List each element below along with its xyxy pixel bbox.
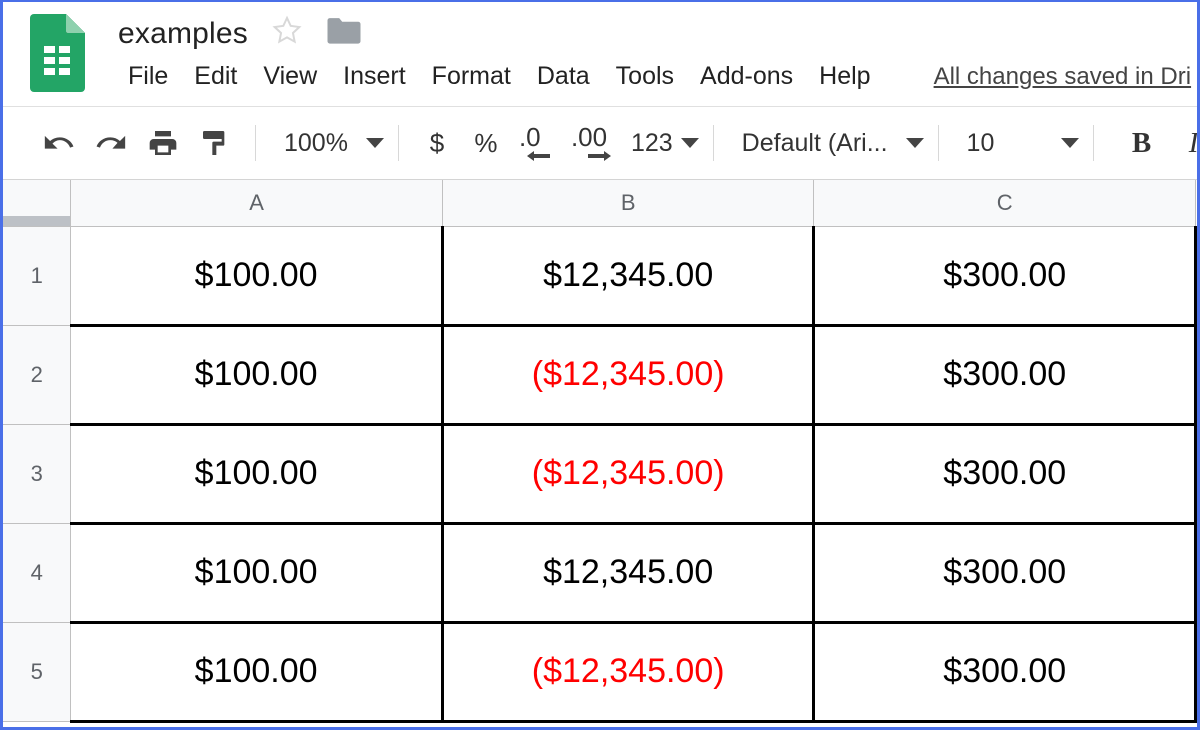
- cell-c3[interactable]: $300.00: [814, 424, 1196, 523]
- google-sheets-logo[interactable]: [30, 14, 85, 92]
- row-header-3[interactable]: 3: [3, 424, 71, 523]
- cell-a1[interactable]: $100.00: [71, 226, 442, 325]
- table-row: 5 $100.00 ($12,345.00) $300.00: [3, 622, 1196, 721]
- row-header-1[interactable]: 1: [3, 226, 71, 325]
- cell-c1[interactable]: $300.00: [814, 226, 1196, 325]
- toolbar: 100% $ % .0 .00 123 Defaul: [3, 107, 1197, 180]
- menu-item-help[interactable]: Help: [806, 62, 883, 91]
- grid-table: A B C 1 $100.00 $12,345.00 $300.00 2 $10…: [3, 180, 1197, 723]
- column-header-row: A B C: [3, 180, 1196, 226]
- table-row: 2 $100.00 ($12,345.00) $300.00: [3, 325, 1196, 424]
- chevron-down-icon: [906, 138, 924, 148]
- chevron-down-icon: [681, 138, 699, 148]
- toolbar-divider: [713, 125, 714, 161]
- percent-format-button[interactable]: %: [461, 117, 511, 169]
- font-family-dropdown[interactable]: Default (Ari...: [742, 118, 924, 168]
- table-row: 1 $100.00 $12,345.00 $300.00: [3, 226, 1196, 325]
- zoom-dropdown[interactable]: 100%: [284, 118, 384, 168]
- italic-button[interactable]: I: [1168, 117, 1197, 169]
- sheets-window: examples File Edit View Insert Format Da…: [0, 0, 1200, 730]
- chevron-down-icon: [1061, 138, 1079, 148]
- menu-item-edit[interactable]: Edit: [181, 62, 250, 91]
- italic-label: I: [1189, 127, 1197, 160]
- number-format-value: 123: [631, 129, 673, 158]
- save-status-link[interactable]: All changes saved in Dri: [934, 63, 1191, 91]
- undo-icon[interactable]: [33, 117, 85, 169]
- column-header-c[interactable]: C: [814, 180, 1196, 226]
- menu-item-format[interactable]: Format: [419, 62, 524, 91]
- title-bar: examples: [118, 14, 362, 53]
- menu-item-view[interactable]: View: [250, 62, 330, 91]
- chevron-down-icon: [366, 138, 384, 148]
- toolbar-divider: [255, 125, 256, 161]
- column-header-b[interactable]: B: [442, 180, 814, 226]
- print-icon[interactable]: [137, 117, 189, 169]
- menu-item-insert[interactable]: Insert: [330, 62, 419, 91]
- zoom-value: 100%: [284, 129, 348, 158]
- menu-item-add-ons[interactable]: Add-ons: [687, 62, 806, 91]
- cell-c2[interactable]: $300.00: [814, 325, 1196, 424]
- cell-c4[interactable]: $300.00: [814, 523, 1196, 622]
- table-row: 4 $100.00 $12,345.00 $300.00: [3, 523, 1196, 622]
- toolbar-divider: [1093, 125, 1094, 161]
- menu-item-data[interactable]: Data: [524, 62, 603, 91]
- arrow-right-icon: [587, 149, 611, 163]
- toolbar-divider: [938, 125, 939, 161]
- decrease-decimal-button[interactable]: .0: [511, 117, 565, 169]
- redo-icon[interactable]: [85, 117, 137, 169]
- font-size-dropdown[interactable]: 10: [967, 118, 1079, 168]
- cell-b5[interactable]: ($12,345.00): [442, 622, 814, 721]
- bold-label: B: [1132, 127, 1151, 160]
- app-header: examples File Edit View Insert Format Da…: [3, 2, 1197, 107]
- currency-symbol: $: [430, 128, 444, 159]
- bold-button[interactable]: B: [1116, 117, 1168, 169]
- star-icon[interactable]: [270, 14, 304, 53]
- cell-a5[interactable]: $100.00: [71, 622, 442, 721]
- arrow-left-icon: [527, 149, 551, 163]
- paint-format-icon[interactable]: [189, 117, 241, 169]
- increase-decimal-button[interactable]: .00: [565, 117, 627, 169]
- cell-a3[interactable]: $100.00: [71, 424, 442, 523]
- page-title[interactable]: examples: [118, 17, 248, 51]
- currency-format-button[interactable]: $: [413, 117, 461, 169]
- cell-a2[interactable]: $100.00: [71, 325, 442, 424]
- cell-b1[interactable]: $12,345.00: [442, 226, 814, 325]
- cell-c5[interactable]: $300.00: [814, 622, 1196, 721]
- select-all-corner[interactable]: [3, 180, 71, 226]
- cell-b3[interactable]: ($12,345.00): [442, 424, 814, 523]
- menu-bar: File Edit View Insert Format Data Tools …: [115, 62, 1191, 91]
- spreadsheet-grid: A B C 1 $100.00 $12,345.00 $300.00 2 $10…: [3, 180, 1197, 723]
- menu-item-tools[interactable]: Tools: [603, 62, 687, 91]
- cell-b4[interactable]: $12,345.00: [442, 523, 814, 622]
- menu-item-file[interactable]: File: [115, 62, 181, 91]
- percent-symbol: %: [474, 128, 497, 159]
- cell-a4[interactable]: $100.00: [71, 523, 442, 622]
- font-size-value: 10: [967, 129, 1019, 158]
- row-header-2[interactable]: 2: [3, 325, 71, 424]
- column-header-a[interactable]: A: [71, 180, 442, 226]
- font-family-value: Default (Ari...: [742, 129, 888, 158]
- toolbar-divider: [398, 125, 399, 161]
- row-header-4[interactable]: 4: [3, 523, 71, 622]
- folder-icon[interactable]: [326, 16, 362, 51]
- grid-body: 1 $100.00 $12,345.00 $300.00 2 $100.00 (…: [3, 226, 1196, 721]
- number-format-dropdown[interactable]: 123: [631, 118, 699, 168]
- cell-b2[interactable]: ($12,345.00): [442, 325, 814, 424]
- table-row: 3 $100.00 ($12,345.00) $300.00: [3, 424, 1196, 523]
- row-header-5[interactable]: 5: [3, 622, 71, 721]
